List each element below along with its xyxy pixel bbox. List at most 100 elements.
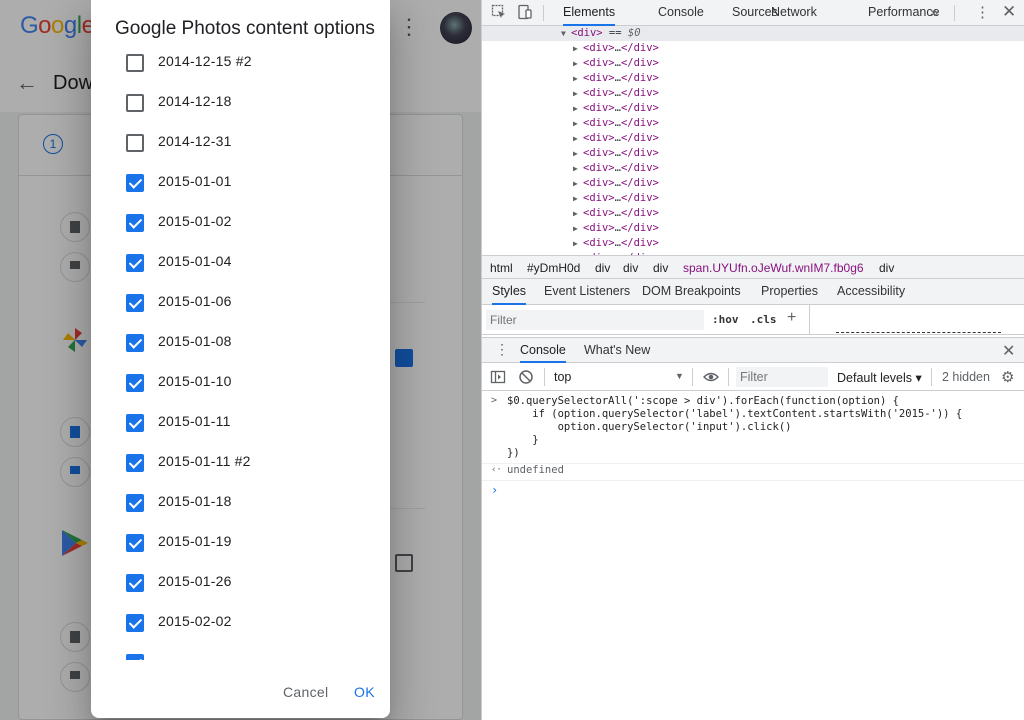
option-row[interactable]: 2014-12-15 #2 (91, 52, 390, 82)
expand-icon[interactable]: ▶ (573, 116, 583, 131)
checkbox-checked[interactable] (126, 334, 144, 352)
console-output[interactable]: > $0.querySelectorAll(':scope > div').fo… (482, 391, 1024, 720)
console-prompt[interactable]: › (491, 483, 498, 497)
drawer-menu-icon[interactable]: ⋮ (495, 341, 509, 358)
option-row[interactable]: 2015-01-11 #2 (91, 442, 390, 482)
expand-icon[interactable]: ▶ (573, 41, 583, 56)
dom-node[interactable]: ▶<div>…</div> (573, 191, 659, 206)
breadcrumb-item[interactable]: html (490, 261, 513, 275)
option-row[interactable]: 2015-01-01 (91, 162, 390, 202)
gear-icon[interactable]: ⚙ (1001, 368, 1014, 386)
tab-elements[interactable]: Elements (563, 0, 616, 26)
device-toolbar-icon[interactable] (517, 4, 533, 20)
context-selector[interactable]: top (554, 370, 571, 384)
console-filter-input[interactable] (736, 367, 828, 387)
expand-icon[interactable]: ▶ (573, 71, 583, 86)
dom-node[interactable]: ▶<div>…</div> (573, 56, 659, 71)
checkbox-checked[interactable] (126, 214, 144, 232)
close-devtools-icon[interactable]: ✕ (1002, 3, 1016, 20)
expand-icon[interactable]: ▶ (573, 206, 583, 221)
cls-toggle[interactable]: .cls (750, 313, 777, 326)
checkbox-unchecked[interactable] (126, 54, 144, 72)
dom-node[interactable]: ▶<div>…</div> (573, 71, 659, 86)
checkbox-checked[interactable] (126, 414, 144, 432)
checkbox-checked[interactable] (126, 614, 144, 632)
clear-console-icon[interactable] (518, 369, 534, 385)
expand-icon[interactable]: ▶ (573, 191, 583, 206)
styles-filter-input[interactable] (486, 310, 704, 330)
option-row[interactable]: 2015-01-06 (91, 282, 390, 322)
tab-network[interactable]: Network (771, 0, 817, 26)
drawer-tab-what-s-new[interactable]: What's New (584, 338, 650, 363)
expand-icon[interactable]: ▶ (573, 236, 583, 251)
checkbox-unchecked[interactable] (126, 134, 144, 152)
breadcrumb-item[interactable]: #yDmH0d (527, 261, 580, 275)
dom-node[interactable]: ▶<div>…</div> (573, 161, 659, 176)
dom-node[interactable]: ▶<div>…</div> (573, 236, 659, 251)
dom-node[interactable]: ▶<div>…</div> (573, 86, 659, 101)
subtab-properties[interactable]: Properties (761, 279, 818, 305)
dom-node[interactable]: ▶<div>…</div> (573, 221, 659, 236)
cancel-button[interactable]: Cancel (283, 684, 328, 700)
dom-node[interactable]: ▶<div>…</div> (573, 101, 659, 116)
breadcrumb-item[interactable]: span.UYUfn.oJeWuf.wnIM7.fb0g6 (683, 261, 864, 275)
expand-icon[interactable]: ▶ (573, 56, 583, 71)
hov-toggle[interactable]: :hov (712, 313, 739, 326)
option-row[interactable]: 2014-12-18 (91, 82, 390, 122)
option-row[interactable]: 2015-01-11 (91, 402, 390, 442)
options-list[interactable]: 2014-12-15 #2 2014-12-18 2014-12-31 2015-01… (91, 52, 390, 660)
breadcrumb-item[interactable]: div (595, 261, 610, 275)
option-row[interactable]: 2015-01-18 (91, 482, 390, 522)
option-row[interactable]: 2015-01-26 (91, 562, 390, 602)
dom-node[interactable]: ▶<div>…</div> (573, 131, 659, 146)
tab-console[interactable]: Console (658, 0, 704, 26)
option-row[interactable] (91, 642, 390, 660)
elements-tree[interactable]: ••• ▼<div> == $0 ▶<div>…</div>▶<div>…</d… (482, 26, 1024, 255)
ok-button[interactable]: OK (354, 684, 375, 700)
option-row[interactable]: 2014-12-31 (91, 122, 390, 162)
subtab-dom-breakpoints[interactable]: DOM Breakpoints (642, 279, 741, 305)
breadcrumb-item[interactable]: div (879, 261, 894, 275)
expand-icon[interactable]: ▶ (573, 221, 583, 236)
option-row[interactable]: 2015-01-19 (91, 522, 390, 562)
checkbox-checked[interactable] (126, 654, 144, 660)
subtab-styles[interactable]: Styles (492, 279, 527, 305)
checkbox-checked[interactable] (126, 534, 144, 552)
checkbox-checked[interactable] (126, 494, 144, 512)
add-rule-button[interactable]: + (787, 309, 796, 327)
expand-icon[interactable]: ▶ (573, 101, 583, 116)
eye-icon[interactable] (703, 369, 719, 385)
dom-node[interactable]: ▶<div>…</div> (573, 176, 659, 191)
option-row[interactable]: 2015-01-10 (91, 362, 390, 402)
tab-performance[interactable]: Performance (868, 0, 940, 26)
checkbox-checked[interactable] (126, 294, 144, 312)
checkbox-checked[interactable] (126, 454, 144, 472)
dom-node[interactable]: ▶<div>…</div> (573, 41, 659, 56)
dom-node[interactable]: ▶<div>…</div> (573, 116, 659, 131)
option-row[interactable]: 2015-01-02 (91, 202, 390, 242)
expand-icon[interactable]: ▶ (573, 131, 583, 146)
customize-menu-icon[interactable]: ⋮ (975, 5, 990, 21)
checkbox-checked[interactable] (126, 574, 144, 592)
checkbox-checked[interactable] (126, 374, 144, 392)
selected-node[interactable]: ▼ <div> == $0 (482, 26, 1024, 41)
checkbox-unchecked[interactable] (126, 94, 144, 112)
checkbox-checked[interactable] (126, 254, 144, 272)
expand-icon[interactable]: ▶ (573, 161, 583, 176)
drawer-tab-console[interactable]: Console (520, 338, 566, 363)
expand-icon[interactable]: ▶ (573, 176, 583, 191)
option-row[interactable]: 2015-01-08 (91, 322, 390, 362)
more-tabs-icon[interactable]: » (930, 5, 938, 21)
subtab-accessibility[interactable]: Accessibility (837, 279, 905, 305)
sidebar-toggle-icon[interactable] (490, 369, 506, 385)
option-row[interactable]: 2015-01-04 (91, 242, 390, 282)
chevron-down-icon[interactable]: ▼ (675, 371, 684, 381)
log-levels-dropdown[interactable]: Default levels ▾ (837, 370, 922, 385)
dom-node[interactable]: ▶<div>…</div> (573, 206, 659, 221)
breadcrumb-item[interactable]: div (653, 261, 668, 275)
checkbox-checked[interactable] (126, 174, 144, 192)
expand-icon[interactable]: ▶ (573, 86, 583, 101)
breadcrumb-item[interactable]: div (623, 261, 638, 275)
option-row[interactable]: 2015-02-02 (91, 602, 390, 642)
dom-node[interactable]: ▶<div>…</div> (573, 146, 659, 161)
